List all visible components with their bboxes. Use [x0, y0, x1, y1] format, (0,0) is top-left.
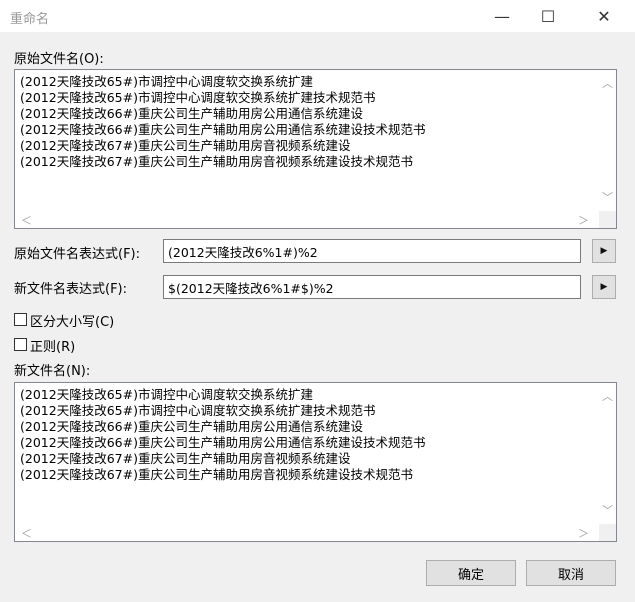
- scroll-down-icon[interactable]: ﹀: [599, 188, 616, 205]
- list-item[interactable]: (2012天隆技改66#)重庆公司生产辅助用房公用通信系统建设技术规范书: [20, 435, 594, 451]
- ok-button[interactable]: 确定: [426, 560, 516, 586]
- original-expression-menu-button[interactable]: ▶: [592, 239, 616, 263]
- new-names-items: (2012天隆技改65#)市调控中心调度软交换系统扩建 (2012天隆技改65#…: [20, 387, 594, 483]
- case-sensitive-label[interactable]: 区分大小写(C): [30, 311, 114, 330]
- expand-arrow-icon: ▶: [600, 246, 608, 256]
- list-item[interactable]: (2012天隆技改67#)重庆公司生产辅助用房音视频系统建设技术规范书: [20, 154, 594, 170]
- expand-arrow-icon: ▶: [600, 282, 608, 292]
- scroll-corner: [599, 211, 616, 228]
- minimize-button[interactable]: —: [479, 0, 525, 32]
- list-item[interactable]: (2012天隆技改66#)重庆公司生产辅助用房公用通信系统建设: [20, 106, 594, 122]
- scroll-right-icon[interactable]: ＞: [575, 524, 592, 541]
- close-icon: ✕: [597, 6, 611, 26]
- list-item[interactable]: (2012天隆技改65#)市调控中心调度软交换系统扩建: [20, 387, 594, 403]
- scroll-down-icon[interactable]: ﹀: [599, 501, 616, 518]
- list-item[interactable]: (2012天隆技改67#)重庆公司生产辅助用房音视频系统建设技术规范书: [20, 467, 594, 483]
- list-item[interactable]: (2012天隆技改65#)市调控中心调度软交换系统扩建技术规范书: [20, 90, 594, 106]
- scroll-left-icon[interactable]: ＜: [18, 211, 35, 228]
- vertical-scrollbar[interactable]: ︿ ﹀: [598, 70, 616, 211]
- original-names-items: (2012天隆技改65#)市调控中心调度软交换系统扩建 (2012天隆技改65#…: [20, 74, 594, 170]
- horizontal-scrollbar[interactable]: ＜ ＞: [15, 524, 599, 541]
- new-expression-input[interactable]: [163, 275, 581, 299]
- original-names-label: 原始文件名(O):: [14, 52, 104, 67]
- regex-checkbox[interactable]: [14, 338, 27, 351]
- list-item[interactable]: (2012天隆技改65#)市调控中心调度软交换系统扩建: [20, 74, 594, 90]
- original-expression-label: 原始文件名表达式(F):: [14, 247, 141, 262]
- maximize-icon: ☐: [540, 6, 556, 26]
- new-names-label: 新文件名(N):: [14, 364, 91, 379]
- case-sensitive-checkbox[interactable]: [14, 313, 27, 326]
- new-names-list[interactable]: (2012天隆技改65#)市调控中心调度软交换系统扩建 (2012天隆技改65#…: [14, 382, 617, 542]
- maximize-button[interactable]: ☐: [525, 0, 571, 32]
- title-bar: 重命名 — ☐ ✕: [0, 0, 635, 32]
- scroll-left-icon[interactable]: ＜: [18, 524, 35, 541]
- window-title: 重命名: [10, 12, 50, 27]
- scroll-up-icon[interactable]: ︿: [599, 74, 616, 91]
- list-item[interactable]: (2012天隆技改65#)市调控中心调度软交换系统扩建技术规范书: [20, 403, 594, 419]
- close-button[interactable]: ✕: [581, 0, 627, 32]
- list-item[interactable]: (2012天隆技改66#)重庆公司生产辅助用房公用通信系统建设: [20, 419, 594, 435]
- scroll-corner: [599, 524, 616, 541]
- list-item[interactable]: (2012天隆技改66#)重庆公司生产辅助用房公用通信系统建设技术规范书: [20, 122, 594, 138]
- cancel-button[interactable]: 取消: [526, 560, 616, 586]
- list-item[interactable]: (2012天隆技改67#)重庆公司生产辅助用房音视频系统建设: [20, 451, 594, 467]
- scroll-up-icon[interactable]: ︿: [599, 387, 616, 404]
- scroll-right-icon[interactable]: ＞: [575, 211, 592, 228]
- new-expression-label: 新文件名表达式(F):: [14, 282, 128, 297]
- original-expression-input[interactable]: [163, 239, 581, 263]
- new-expression-menu-button[interactable]: ▶: [592, 275, 616, 299]
- vertical-scrollbar[interactable]: ︿ ﹀: [598, 383, 616, 524]
- minimize-icon: —: [494, 6, 510, 26]
- regex-label[interactable]: 正则(R): [30, 336, 75, 355]
- horizontal-scrollbar[interactable]: ＜ ＞: [15, 211, 599, 228]
- original-names-list[interactable]: (2012天隆技改65#)市调控中心调度软交换系统扩建 (2012天隆技改65#…: [14, 69, 617, 229]
- list-item[interactable]: (2012天隆技改67#)重庆公司生产辅助用房音视频系统建设: [20, 138, 594, 154]
